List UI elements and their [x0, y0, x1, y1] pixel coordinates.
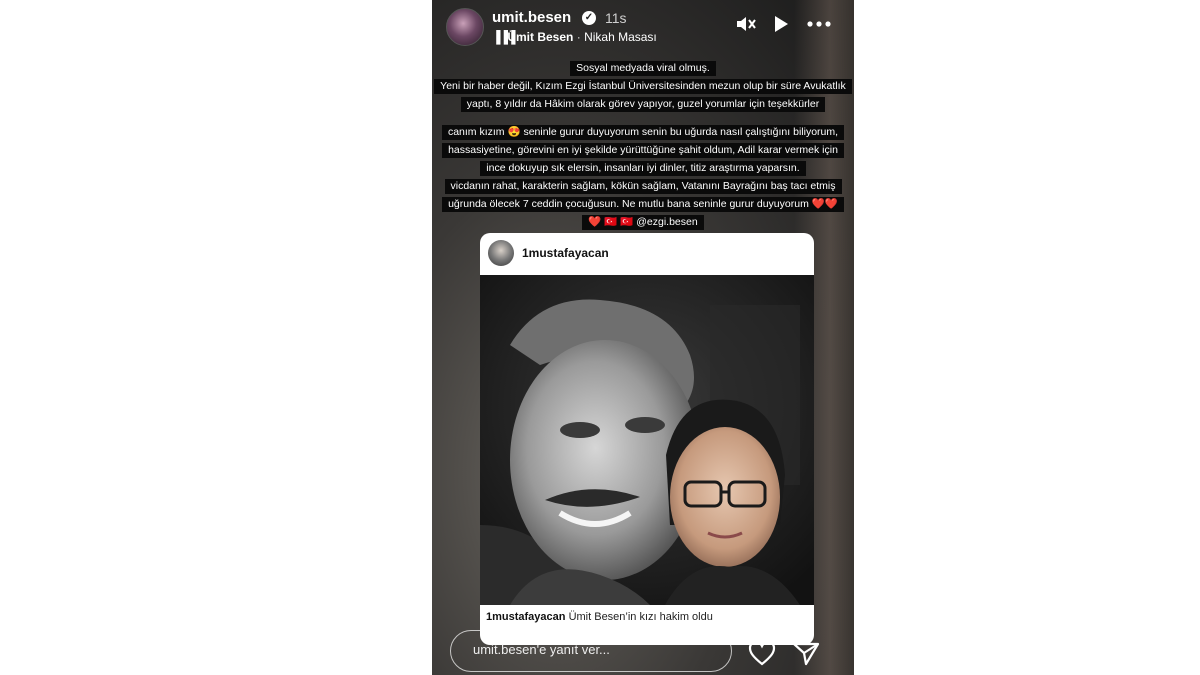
caption-line: Sosyal medyada viral olmuş. [570, 61, 716, 76]
caption-line: vicdanın rahat, karakterin sağlam, kökün… [444, 179, 842, 194]
caption-line: hassasiyetine, görevini en iyi şekilde y… [442, 143, 844, 158]
more-icon[interactable] [806, 14, 832, 39]
mute-icon[interactable] [735, 14, 757, 39]
caption-block-1: Sosyal medyada viral olmuş. Yeni bir hab… [432, 58, 854, 112]
play-icon[interactable] [772, 14, 790, 39]
caption-line: uğrunda ölecek 7 ceddin çocuğusun. Ne mu… [442, 197, 844, 212]
story-time: 11s [605, 10, 627, 26]
music-track: Nikah Masası [584, 30, 657, 44]
verified-badge-icon: ✓ [582, 11, 596, 25]
music-info[interactable]: ▐▐▐ Ümit Besen · Nikah Masası [492, 30, 657, 44]
post-caption: 1mustafayacan Ümit Besen’in kızı hakim o… [486, 611, 713, 623]
reply-input[interactable]: umit.besen'e yanıt ver... [450, 630, 732, 672]
reply-placeholder: umit.besen'e yanıt ver... [473, 642, 610, 657]
caption-line: ince dokuyup sık elersin, insanları iyi … [480, 161, 806, 176]
post-caption-text: Ümit Besen’in kızı hakim oldu [568, 611, 713, 623]
post-photo[interactable] [480, 275, 814, 605]
post-caption-user[interactable]: 1mustafayacan [486, 611, 566, 623]
music-separator: · [576, 30, 581, 44]
caption-line: canım kızım 😍 seninle gurur duyuyorum se… [441, 125, 845, 140]
caption-block-2: canım kızım 😍 seninle gurur duyuyorum se… [432, 122, 854, 230]
story-viewer[interactable]: umit.besen ✓ 11s ▐▐▐ Ümit Besen · Nikah … [432, 0, 854, 675]
shared-post-card[interactable]: 1mustafayacan 1mustafayacan Ümit Besen’i… [480, 233, 814, 645]
avatar[interactable] [446, 8, 484, 46]
music-bars-icon: ▐▐▐ [492, 30, 516, 44]
music-artist: Ümit Besen [507, 30, 574, 44]
heart-icon[interactable] [748, 640, 776, 671]
post-header: 1mustafayacan [480, 233, 814, 275]
story-username[interactable]: umit.besen [492, 9, 571, 26]
story-header: umit.besen ✓ 11s ▐▐▐ Ümit Besen · Nikah … [446, 6, 840, 46]
photo-illustration [480, 275, 814, 605]
caption-mention[interactable]: ❤️ 🇹🇷 🇹🇷 @ezgi.besen [582, 215, 704, 230]
caption-line: yaptı, 8 yıldır da Hâkim olarak görev ya… [460, 97, 826, 112]
caption-line: Yeni bir haber değil, Kızım Ezgi İstanbu… [434, 79, 852, 94]
send-icon[interactable] [792, 640, 820, 671]
post-avatar[interactable] [488, 240, 514, 266]
post-username[interactable]: 1mustafayacan [522, 246, 609, 260]
